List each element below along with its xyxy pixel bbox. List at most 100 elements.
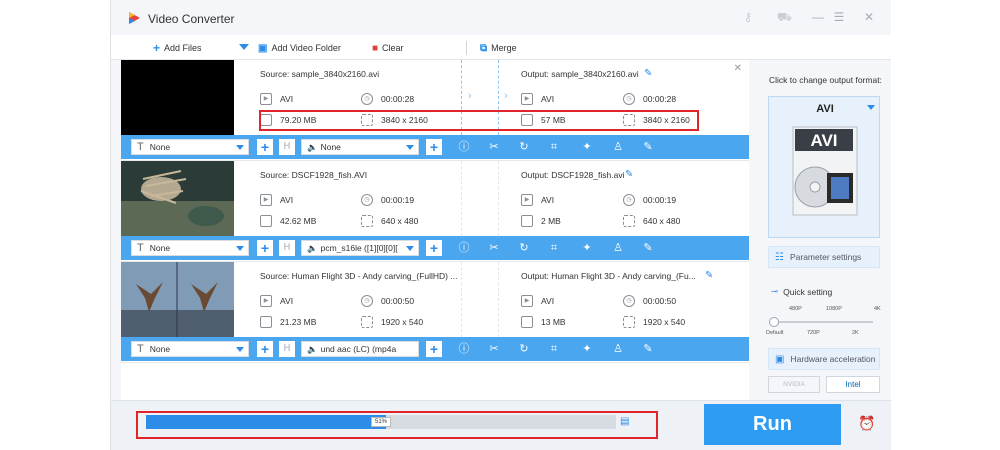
hw-label: Hardware acceleration <box>790 354 876 364</box>
info-icon[interactable]: ⓘ <box>457 140 471 154</box>
add-subtitle-button[interactable]: + <box>257 341 273 357</box>
rotate-icon[interactable]: ↻ <box>517 140 531 154</box>
file-size-icon <box>260 316 272 328</box>
merge-button[interactable]: ⧉ Merge <box>480 41 517 55</box>
subtitle-settings-button[interactable]: H <box>279 139 295 155</box>
info-icon[interactable]: ⓘ <box>457 342 471 356</box>
parameter-settings-button[interactable]: ☷ Parameter settings <box>768 246 880 268</box>
merge-label: Merge <box>491 43 517 53</box>
trim-icon[interactable]: ✂ <box>487 241 501 255</box>
watermark-icon[interactable]: ♙ <box>611 342 625 356</box>
add-files-dropdown-icon[interactable] <box>239 44 249 50</box>
menu-icon[interactable]: ☰ <box>832 10 846 24</box>
out-duration-value: 00:00:28 <box>643 94 677 104</box>
minimize-icon[interactable]: — <box>811 10 825 24</box>
edit-subtitle-icon[interactable]: ✎ <box>641 241 655 255</box>
video-thumbnail[interactable] <box>121 262 234 337</box>
folder-plus-icon: ▣ <box>258 42 268 54</box>
nvidia-label: NVIDIA <box>783 381 805 388</box>
audio-value: pcm_s16le ([1][0][0][ <box>320 243 398 253</box>
quality-slider-handle[interactable] <box>769 317 779 327</box>
fish-thumbnail-image <box>121 161 234 236</box>
key-icon[interactable]: ⚷ <box>741 10 755 24</box>
info-icon[interactable]: ⓘ <box>457 241 471 255</box>
effects-icon[interactable]: ✦ <box>580 140 594 154</box>
watermark-icon[interactable]: ♙ <box>611 140 625 154</box>
subtitle-select[interactable]: T None <box>131 341 249 357</box>
add-subtitle-button[interactable]: + <box>257 139 273 155</box>
alarm-clock-icon[interactable]: ⏰ <box>858 415 876 433</box>
close-window-icon[interactable]: ✕ <box>862 10 876 24</box>
subtitle-select[interactable]: T None <box>131 240 249 256</box>
add-folder-button[interactable]: ▣ Add Video Folder <box>258 41 341 55</box>
crop-icon[interactable]: ⌗ <box>547 241 561 255</box>
out-size: 13 MB <box>521 316 566 328</box>
trim-icon[interactable]: ✂ <box>487 342 501 356</box>
edit-name-icon[interactable]: ✎ <box>705 270 713 281</box>
add-audio-button[interactable]: + <box>426 341 442 357</box>
remove-item-icon[interactable]: ✕ <box>734 63 742 74</box>
file-item[interactable]: Source: Human Flight 3D - Andy carving_(… <box>121 262 749 363</box>
format-selector[interactable]: AVI AVI <box>768 96 880 238</box>
chevron-down-icon <box>236 246 244 251</box>
crop-icon[interactable]: ⌗ <box>547 342 561 356</box>
hardware-acceleration-button[interactable]: ▣ Hardware acceleration <box>768 348 880 370</box>
intel-label: Intel <box>845 380 861 389</box>
speaker-icon: 🔈 <box>307 343 318 354</box>
tick-720p: 720P <box>807 330 820 336</box>
subtitle-select[interactable]: T None <box>131 139 249 155</box>
effects-icon[interactable]: ✦ <box>580 241 594 255</box>
crop-icon[interactable]: ⌗ <box>547 140 561 154</box>
trim-icon[interactable]: ✂ <box>487 140 501 154</box>
source-name: Source: Human Flight 3D - Andy carving_(… <box>260 271 458 281</box>
effects-icon[interactable]: ✦ <box>580 342 594 356</box>
file-item[interactable]: Source: DSCF1928_fish.AVI Output: DSCF19… <box>121 161 749 262</box>
cart-icon[interactable]: ⛟ <box>777 10 792 24</box>
item-options-bar: T None + H 🔈 None + ⓘ ✂ ↻ ⌗ ✦ ♙ ✎ <box>121 135 749 159</box>
edit-name-icon[interactable]: ✎ <box>644 68 652 79</box>
out-format: ▶ AVI <box>521 295 554 307</box>
tick-480p: 480P <box>789 306 802 312</box>
title-bar: Video Converter ⚷ ⛟ — ☰ ✕ <box>111 0 891 35</box>
divider <box>498 161 499 236</box>
watermark-icon[interactable]: ♙ <box>611 241 625 255</box>
avi-file-icon: AVI <box>792 126 858 216</box>
intel-option[interactable]: Intel <box>826 376 880 393</box>
add-audio-button[interactable]: + <box>426 240 442 256</box>
out-format-value: AVI <box>541 296 555 306</box>
format-icon: ▶ <box>260 93 272 105</box>
divider <box>461 262 462 337</box>
run-button[interactable]: Run <box>704 404 841 445</box>
add-audio-button[interactable]: + <box>426 139 442 155</box>
app-logo-icon <box>129 12 140 24</box>
rotate-icon[interactable]: ↻ <box>517 241 531 255</box>
src-format: ▶ AVI <box>260 93 293 105</box>
audio-select[interactable]: 🔈 None <box>301 139 419 155</box>
add-folder-label: Add Video Folder <box>271 43 341 53</box>
edit-subtitle-icon[interactable]: ✎ <box>641 342 655 356</box>
speaker-icon: 🔈 <box>307 242 318 253</box>
progress-highlight-box <box>136 411 658 439</box>
add-files-button[interactable]: + Add Files <box>153 41 202 55</box>
subtitle-settings-button[interactable]: H <box>279 341 295 357</box>
video-thumbnail[interactable] <box>121 60 234 135</box>
subtitle-settings-button[interactable]: H <box>279 240 295 256</box>
file-info: Source: DSCF1928_fish.AVI Output: DSCF19… <box>234 161 749 236</box>
audio-select[interactable]: 🔈 und aac (LC) (mp4a <box>301 341 419 357</box>
add-subtitle-button[interactable]: + <box>257 240 273 256</box>
edit-subtitle-icon[interactable]: ✎ <box>641 140 655 154</box>
quality-slider-track[interactable] <box>773 321 873 323</box>
rotate-icon[interactable]: ↻ <box>517 342 531 356</box>
audio-select[interactable]: 🔈 pcm_s16le ([1][0][0][ <box>301 240 419 256</box>
edit-name-icon[interactable]: ✎ <box>625 169 633 180</box>
out-format: ▶ AVI <box>521 93 554 105</box>
source-name: Source: DSCF1928_fish.AVI <box>260 170 368 180</box>
clear-label: Clear <box>382 43 404 53</box>
subtitle-value: None <box>149 243 171 253</box>
video-thumbnail[interactable] <box>121 161 234 236</box>
quick-setting: ⊸ Quick setting <box>771 286 832 297</box>
src-size-value: 42.62 MB <box>280 216 317 226</box>
clear-button[interactable]: ■ Clear <box>372 41 404 55</box>
nvidia-option[interactable]: NVIDIA <box>768 376 820 393</box>
out-duration-value: 00:00:50 <box>643 296 677 306</box>
